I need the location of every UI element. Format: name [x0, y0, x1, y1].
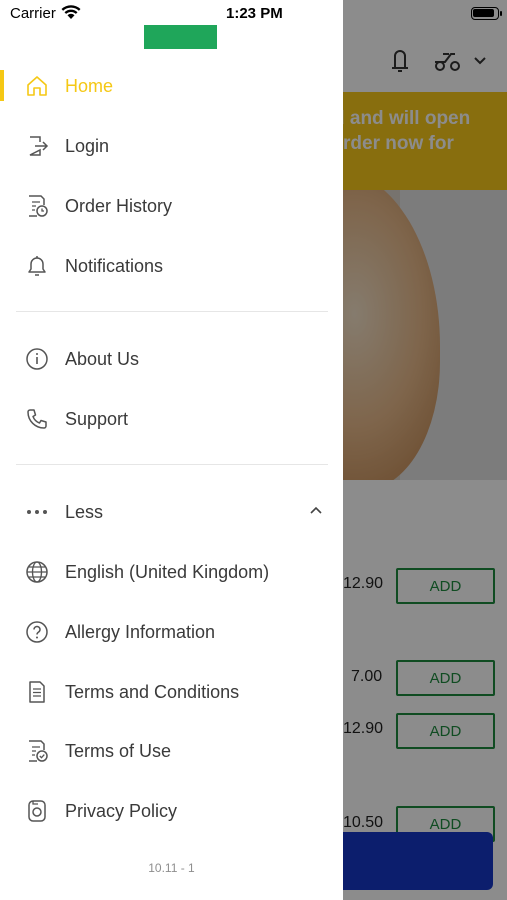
menu-item-label: Terms of Use	[65, 740, 172, 761]
menu-item-label: Order History	[65, 195, 173, 216]
menu-item-label: Terms and Conditions	[65, 681, 240, 702]
info-icon	[24, 346, 50, 372]
order-history-icon	[24, 193, 50, 219]
menu-item-label: Notifications	[65, 255, 164, 276]
bell-icon	[24, 253, 50, 279]
status-time: 1:23 PM	[226, 5, 283, 22]
carrier-label: Carrier	[10, 5, 56, 22]
menu-item-order-history[interactable]: Order History	[0, 181, 343, 231]
menu-item-label: Support	[65, 408, 129, 429]
menu-item-support[interactable]: Support	[0, 394, 343, 444]
menu-item-label: Login	[65, 135, 110, 156]
home-icon	[24, 73, 50, 99]
menu-item-login[interactable]: Login	[0, 121, 343, 171]
globe-icon	[24, 559, 50, 585]
menu-item-terms-of-use[interactable]: Terms of Use	[0, 726, 343, 776]
menu-item-home[interactable]: Home	[0, 61, 343, 111]
menu-item-label: Home	[65, 75, 114, 96]
menu-item-privacy-policy[interactable]: Privacy Policy	[0, 786, 343, 836]
menu-item-notifications[interactable]: Notifications	[0, 241, 343, 291]
menu-item-language[interactable]: English (United Kingdom)	[0, 547, 343, 597]
status-bar: Carrier 1:23 PM	[0, 0, 507, 28]
chevron-up-icon	[308, 502, 324, 523]
menu-item-label: English (United Kingdom)	[65, 561, 270, 582]
wifi-icon	[61, 5, 81, 25]
privacy-icon	[24, 798, 50, 824]
menu-item-terms-and-conditions[interactable]: Terms and Conditions	[0, 667, 343, 717]
navigation-drawer: Home Login Order History Notifications A…	[0, 0, 343, 900]
question-icon	[24, 619, 50, 645]
battery-icon	[471, 7, 499, 20]
divider	[16, 464, 328, 465]
menu-item-less-toggle[interactable]: Less	[0, 487, 343, 537]
battery-cap	[500, 11, 502, 16]
login-icon	[24, 133, 50, 159]
menu-item-label: Allergy Information	[65, 621, 216, 642]
menu-item-allergy-information[interactable]: Allergy Information	[0, 607, 343, 657]
menu-item-about-us[interactable]: About Us	[0, 334, 343, 384]
more-dots-icon	[24, 499, 50, 525]
menu-item-label: About Us	[65, 348, 140, 369]
document-check-icon	[24, 738, 50, 764]
document-icon	[24, 679, 50, 705]
menu-item-label: Privacy Policy	[65, 800, 178, 821]
app-version: 10.11 - 1	[148, 861, 195, 875]
phone-icon	[24, 406, 50, 432]
menu-item-label: Less	[65, 501, 104, 522]
divider	[16, 311, 328, 312]
brand-logo	[144, 25, 217, 49]
